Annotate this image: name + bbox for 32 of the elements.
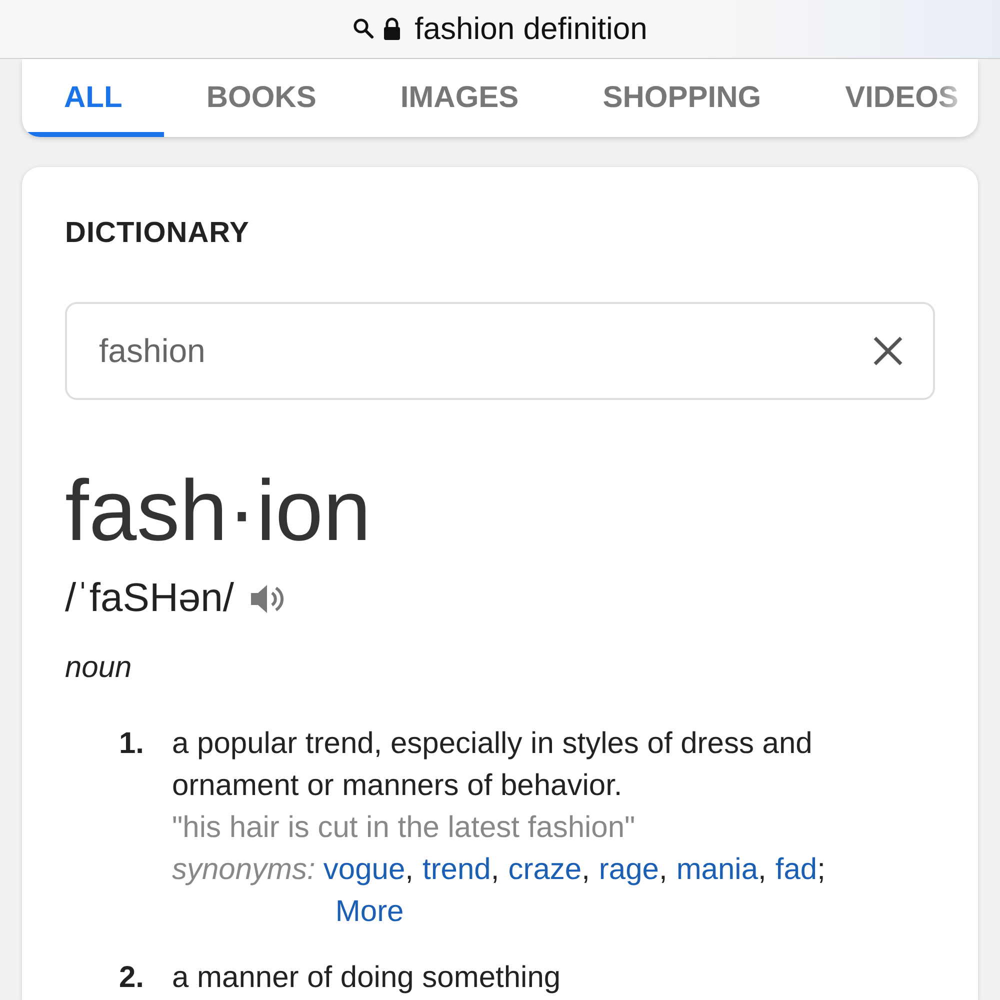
search-tab[interactable]: ALL	[22, 59, 164, 137]
synonym-link[interactable]: craze	[508, 853, 582, 886]
search-field[interactable]: fashion	[65, 302, 935, 400]
punctuation: ,	[405, 853, 414, 886]
part-of-speech: noun	[65, 651, 133, 685]
section-heading: DICTIONARY	[65, 217, 250, 250]
sense-number: 1.	[119, 726, 146, 762]
lock-icon	[382, 17, 401, 41]
example-text: "his hair is cut in the latest fashion"	[172, 810, 636, 846]
search-tab[interactable]: BOOKS	[164, 59, 358, 137]
punctuation: ;	[817, 853, 826, 886]
address-text[interactable]: fashion definition	[414, 11, 648, 47]
punctuation: ,	[758, 853, 766, 886]
close-icon[interactable]	[871, 334, 905, 368]
synonyms-label: synonyms:	[172, 852, 316, 888]
more-link[interactable]: More	[335, 891, 404, 933]
pronunciation: /ˈfaSHən/	[65, 576, 234, 621]
synonym-link[interactable]: mania	[676, 853, 758, 886]
synonym-link[interactable]: trend	[422, 853, 491, 886]
search-tab[interactable]: SHOPPING	[560, 59, 804, 137]
headword: fash·ion	[65, 468, 372, 554]
synonym-link[interactable]: vogue	[323, 853, 406, 886]
synonym-link[interactable]: fad	[775, 853, 818, 886]
synonym-link[interactable]: rage	[598, 853, 659, 886]
search-icon	[352, 18, 375, 40]
definition-text: a popular trend, especially in styles of dress and ornament or manners of behavior.	[172, 726, 814, 804]
definition-text: a manner of doing something	[172, 960, 561, 996]
punctuation: ,	[658, 853, 668, 886]
punctuation: ,	[582, 853, 590, 886]
sense-number: 2.	[119, 960, 146, 996]
search-tab[interactable]: IMAGES	[358, 59, 561, 137]
punctuation: ,	[490, 853, 500, 886]
